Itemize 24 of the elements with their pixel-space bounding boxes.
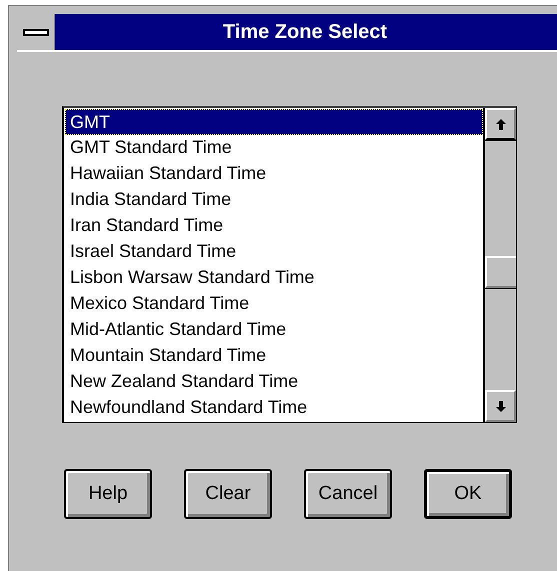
list-item[interactable]: Mexico Standard Time [65, 291, 483, 317]
dialog-button[interactable]: Clear [184, 469, 272, 519]
list-item[interactable]: New Zealand Standard Time [65, 369, 483, 395]
list-item[interactable]: Newfoundland Standard Time [65, 395, 483, 421]
list-item[interactable]: Hawaiian Standard Time [65, 161, 483, 187]
list-item[interactable]: Lisbon Warsaw Standard Time [65, 265, 483, 291]
scroll-down-button[interactable] [485, 390, 516, 422]
up-arrow-icon [496, 118, 506, 130]
down-arrow-icon [496, 400, 506, 412]
list-item[interactable]: India Standard Time [65, 187, 483, 213]
list-item[interactable]: Mid-Atlantic Standard Time [65, 317, 483, 343]
dialog-button[interactable]: OK [424, 469, 512, 519]
dialog-button[interactable]: Help [64, 469, 152, 519]
list-item[interactable]: Israel Standard Time [65, 239, 483, 265]
dash-icon [22, 28, 48, 36]
list-item[interactable]: Mountain Standard Time [65, 343, 483, 369]
dialog-button[interactable]: Cancel [304, 469, 392, 519]
list-item[interactable]: Iran Standard Time [65, 213, 483, 239]
scroll-up-button[interactable] [485, 108, 516, 140]
list-item[interactable]: GMT Standard Time [65, 135, 483, 161]
scroll-thumb[interactable] [485, 256, 516, 288]
window-title: Time Zone Select [222, 20, 388, 45]
scroll-bar[interactable] [483, 108, 516, 422]
list-item[interactable]: GMT [65, 109, 483, 135]
